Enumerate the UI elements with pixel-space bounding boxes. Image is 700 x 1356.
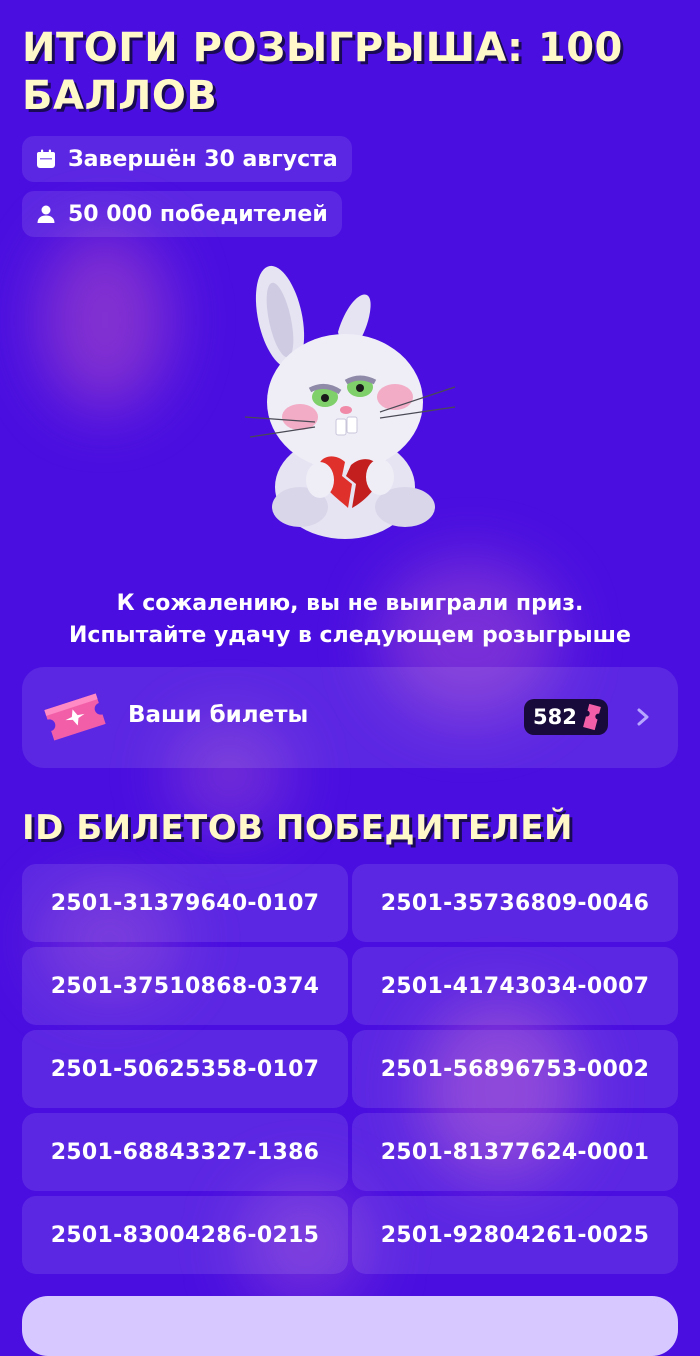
chevron-right-icon <box>637 708 649 726</box>
winner-id-cell: 2501-81377624-0001 <box>352 1113 678 1191</box>
winner-id-cell: 2501-68843327-1386 <box>22 1113 348 1191</box>
date-chip-text: Завершён 30 августа <box>68 146 338 172</box>
ticket-icon <box>44 693 106 741</box>
winner-id-cell: 2501-35736809-0046 <box>352 864 678 942</box>
winner-id-cell: 2501-41743034-0007 <box>352 947 678 1025</box>
winner-id-cell: 2501-56896753-0002 <box>352 1030 678 1108</box>
winner-id-cell: 2501-31379640-0107 <box>22 864 348 942</box>
your-tickets-label: Ваши билеты <box>128 702 309 728</box>
background-glow <box>40 230 170 410</box>
winner-id-cell: 2501-83004286-0215 <box>22 1196 348 1274</box>
ticket-small-icon <box>583 703 601 731</box>
winner-id-cell: 2501-37510868-0374 <box>22 947 348 1025</box>
result-message: К сожалению, вы не выиграли приз. Испыта… <box>0 588 700 652</box>
winners-count-chip: 50 000 победителей <box>22 191 342 237</box>
calendar-icon <box>37 149 55 168</box>
bottom-action-button[interactable] <box>22 1296 678 1356</box>
ticket-count-badge: 582 <box>524 699 608 735</box>
sad-bunny-illustration <box>244 265 456 539</box>
result-line-2: Испытайте удачу в следующем розыгрыше <box>69 623 631 648</box>
result-line-1: К сожалению, вы не выиграли приз. <box>116 591 584 616</box>
ticket-count: 582 <box>533 705 577 729</box>
winners-section-title: ID БИЛЕТОВ ПОБЕДИТЕЛЕЙ <box>22 808 573 848</box>
page-title: ИТОГИ РОЗЫГРЫША: 100 БАЛЛОВ <box>22 25 623 119</box>
winner-id-cell: 2501-92804261-0025 <box>352 1196 678 1274</box>
winner-id-cell: 2501-50625358-0107 <box>22 1030 348 1108</box>
winner-ids-grid: 2501-31379640-0107 2501-35736809-0046 25… <box>22 864 678 1274</box>
winners-count-text: 50 000 победителей <box>68 201 328 227</box>
your-tickets-card[interactable]: Ваши билеты 582 <box>22 667 678 768</box>
user-icon <box>37 205 55 223</box>
date-chip: Завершён 30 августа <box>22 136 352 182</box>
